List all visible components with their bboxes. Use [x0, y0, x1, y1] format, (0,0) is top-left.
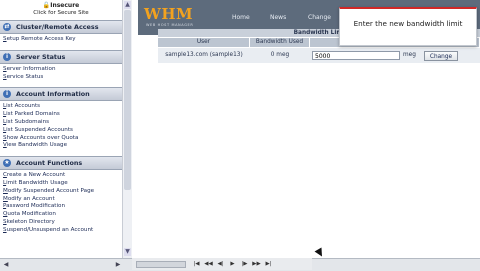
sidebar-item-list-suspended-accounts[interactable]: List Suspended Accounts — [3, 127, 122, 135]
cell-user: sample13.com (sample13) — [165, 52, 243, 58]
change-button[interactable]: Change — [424, 51, 458, 61]
step-back-icon[interactable]: ◀| — [216, 260, 225, 268]
seek-track[interactable] — [136, 261, 186, 268]
sidebar-item-list-parked-domains[interactable]: List Parked Domains — [3, 111, 122, 119]
sidebar-item-skeleton-directory[interactable]: Skeleton Directory — [3, 219, 122, 227]
scroll-down-icon[interactable]: ▼ — [124, 248, 131, 256]
cell-bandwidth-used: 0 meg — [270, 52, 290, 58]
column-header-user: User — [158, 38, 250, 47]
whm-logo-subtitle: WEB HOST MANAGER — [146, 23, 194, 27]
insecure-title: Insecure — [50, 2, 80, 9]
screen: 🔓Insecure Click for Secure Site ⇄ Cluste… — [0, 0, 480, 271]
column-header-bandwidth-used: Bandwidth Used — [250, 38, 310, 47]
section-server-status[interactable]: i Server Status — [0, 49, 122, 64]
server-status-icon: i — [3, 52, 11, 61]
whm-logo: WHM — [144, 5, 194, 23]
nav-home[interactable]: Home — [232, 14, 250, 21]
player-controls: |◀ ◀◀ ◀| ▶ |▶ ▶▶ ▶| — [132, 258, 312, 270]
sidebar-item-password-modification[interactable]: Password Modification — [3, 203, 122, 211]
sidebar-item-show-accounts-over-quota[interactable]: Show Accounts over Quota — [3, 135, 122, 143]
sidebar-item-modify-an-account[interactable]: Modify an Account — [3, 196, 122, 204]
step-forward-icon[interactable]: |▶ — [240, 260, 249, 268]
last-frame-icon[interactable]: ▶| — [264, 260, 273, 268]
scroll-up-icon[interactable]: ▲ — [124, 1, 131, 9]
sidebar-scrollbar[interactable]: ▲ ▼ — [122, 0, 132, 258]
account-functions-icon: ★ — [3, 159, 11, 168]
sidebar-item-quota-modification[interactable]: Quota Modification — [3, 211, 122, 219]
section-cluster-remote-access[interactable]: ⇄ Cluster/Remote Access — [0, 20, 122, 34]
sidebar-item-setup-remote-access-key[interactable]: Setup Remote Access Key — [3, 36, 122, 44]
sidebar-item-server-information[interactable]: Server Information — [3, 66, 122, 74]
sidebar-item-limit-bandwidth-usage[interactable]: Limit Bandwidth Usage — [3, 180, 122, 188]
scroll-left-icon[interactable]: ◀ — [2, 261, 10, 269]
sidebar-item-suspend-unsuspend-account[interactable]: Suspend/Unsuspend an Account — [3, 227, 122, 235]
sidebar-item-create-new-account[interactable]: Create a New Account — [3, 172, 122, 180]
sidebar-item-view-bandwidth-usage[interactable]: View Bandwidth Usage — [3, 142, 122, 150]
account-information-icon: i — [3, 90, 11, 99]
section-server-status-items: Server Information Service Status — [0, 64, 122, 88]
fast-forward-icon[interactable]: ▶▶ — [252, 260, 261, 268]
nav-change[interactable]: Change — [308, 14, 331, 21]
section-account-functions-items: Create a New Account Limit Bandwidth Usa… — [0, 170, 122, 240]
sidebar-item-list-subdomains[interactable]: List Subdomains — [3, 119, 122, 127]
sidebar-item-list-accounts[interactable]: List Accounts — [3, 103, 122, 111]
section-account-information[interactable]: i Account Information — [0, 87, 122, 102]
scrollbar-thumb[interactable] — [124, 10, 131, 190]
sidebar: 🔓Insecure Click for Secure Site ⇄ Cluste… — [0, 0, 123, 258]
bandwidth-limit-input[interactable]: 5000 — [312, 51, 400, 60]
sidebar-item-service-status[interactable]: Service Status — [3, 74, 122, 82]
cluster-icon: ⇄ — [3, 23, 11, 31]
first-frame-icon[interactable]: |◀ — [192, 260, 201, 268]
section-account-information-items: List Accounts List Parked Domains List S… — [0, 101, 122, 156]
section-account-functions[interactable]: ★ Account Functions — [0, 156, 122, 171]
section-cluster-items: Setup Remote Access Key — [0, 34, 122, 50]
insecure-notice[interactable]: 🔓Insecure Click for Secure Site — [0, 0, 122, 20]
sidebar-item-modify-suspended-account-page[interactable]: Modify Suspended Account Page — [3, 188, 122, 196]
secure-site-link[interactable]: Click for Secure Site — [0, 10, 122, 17]
unit-label: meg — [403, 52, 416, 58]
play-icon[interactable]: ▶ — [228, 260, 237, 268]
rewind-icon[interactable]: ◀◀ — [204, 260, 213, 268]
nav-news[interactable]: News — [270, 14, 286, 21]
scroll-right-icon[interactable]: ▶ — [114, 261, 122, 269]
tooltip: Enter the new bandwidth limit — [339, 7, 477, 46]
